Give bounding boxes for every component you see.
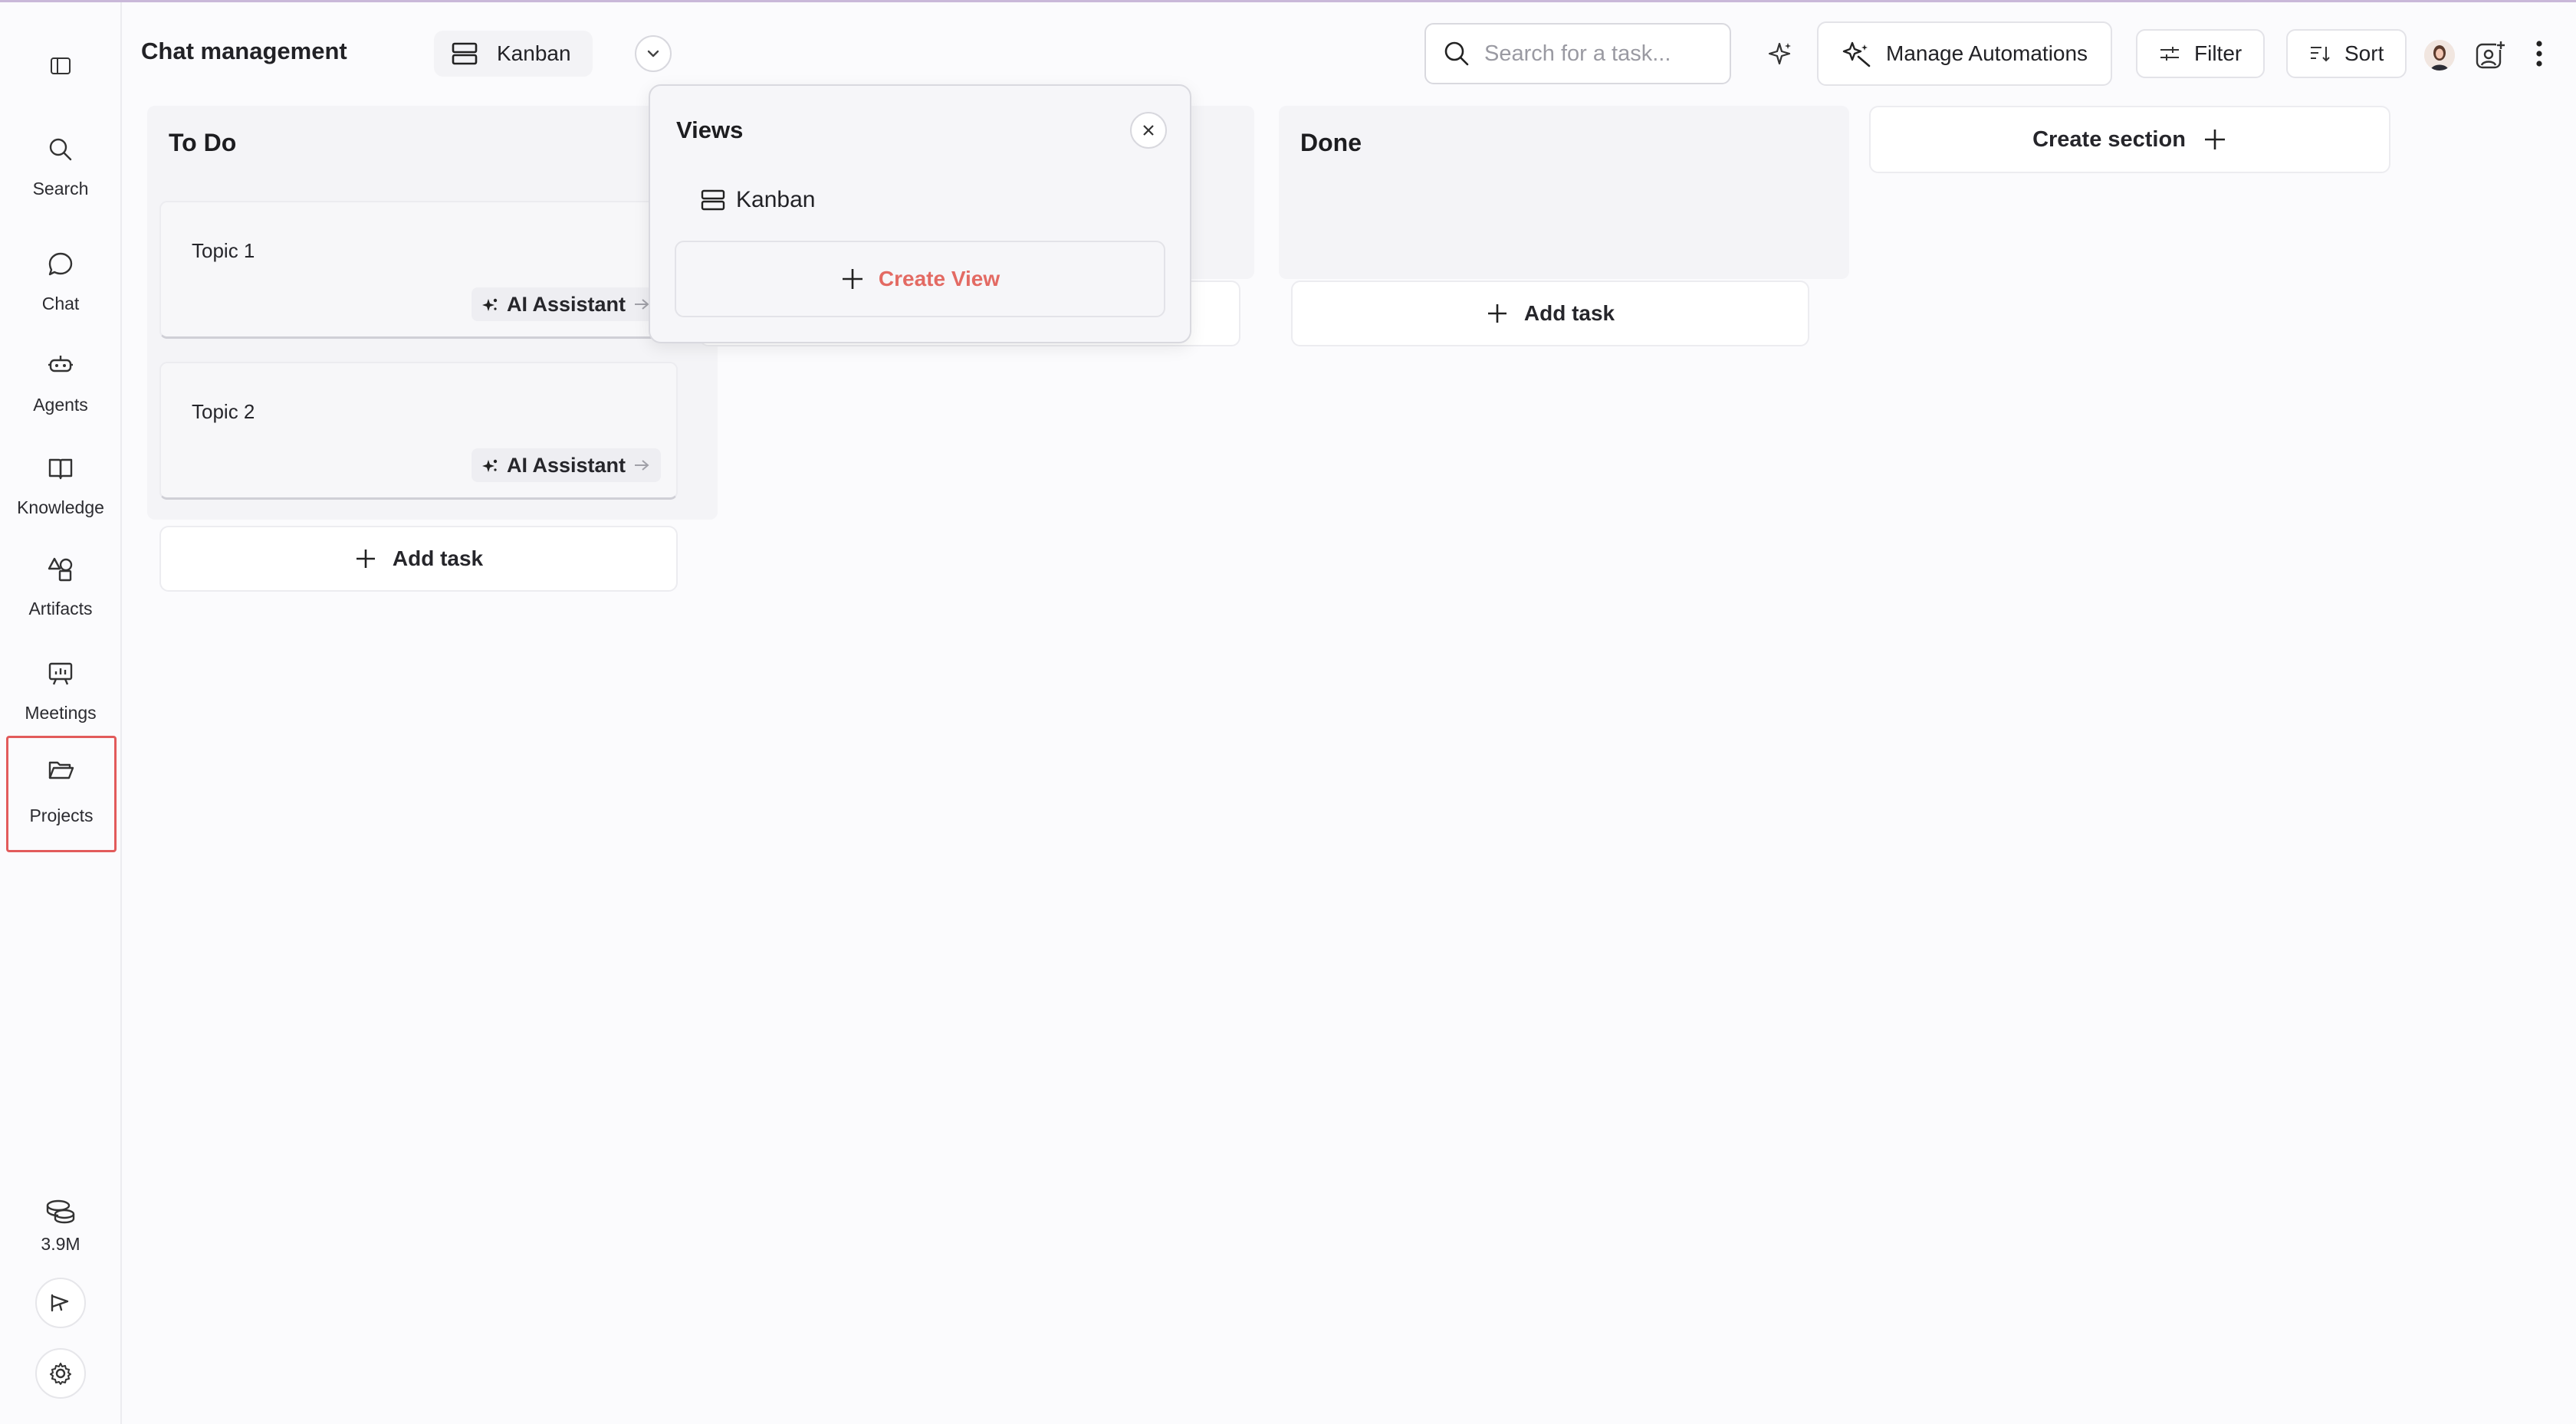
filter-button[interactable]: Filter: [2136, 29, 2266, 78]
shapes-icon: [45, 554, 76, 585]
sidebar-item-search[interactable]: Search: [0, 123, 121, 208]
add-task-button[interactable]: Add task: [159, 526, 678, 592]
filter-label: Filter: [2194, 41, 2242, 65]
kebab-menu-icon: [2536, 41, 2542, 67]
settings-button[interactable]: [35, 1348, 86, 1399]
add-task-button[interactable]: Add task: [1291, 281, 1809, 346]
sidebar-item-agents[interactable]: Agents: [0, 340, 121, 424]
kanban-icon: [452, 42, 478, 65]
sidebar-toggle-button[interactable]: [46, 51, 75, 80]
close-icon: [1143, 125, 1154, 136]
column-todo: To Do Topic 1 AI Assistant Topic 2 AI As…: [147, 106, 718, 592]
arrow-right-icon: [635, 460, 649, 471]
sidebar-item-label: Agents: [33, 395, 88, 415]
credits-amount: 3.9M: [41, 1234, 80, 1254]
create-section-button[interactable]: Create section: [1869, 106, 2390, 173]
megaphone-icon: [51, 1294, 69, 1312]
sidebar-item-meetings[interactable]: Meetings: [0, 648, 121, 732]
magic-wand-icon: [1842, 41, 1871, 67]
credits-balance[interactable]: 3.9M: [0, 1198, 121, 1255]
create-view-button[interactable]: Create View: [675, 241, 1165, 317]
plus-icon: [2204, 130, 2225, 149]
sidebar-item-label: Search: [32, 179, 89, 199]
feedback-button[interactable]: [35, 1278, 86, 1328]
task-name: Topic 1: [192, 239, 255, 262]
sparkle-icon: [1768, 42, 1791, 65]
create-section-label: Create section: [2032, 126, 2186, 152]
task-name: Topic 2: [192, 400, 255, 423]
plus-icon: [356, 550, 375, 568]
task-card[interactable]: Topic 1 AI Assistant: [159, 201, 678, 339]
sparkle-icon: [481, 459, 498, 472]
arrow-right-icon: [635, 299, 649, 310]
invite-user-button[interactable]: [2473, 38, 2507, 72]
sort-label: Sort: [2344, 41, 2384, 65]
book-icon: [45, 453, 76, 484]
view-switcher[interactable]: Kanban: [434, 31, 593, 77]
sidebar-item-chat[interactable]: Chat: [0, 238, 121, 323]
kanban-icon: [701, 189, 725, 211]
sparkle-icon: [481, 298, 498, 311]
add-user-icon: [2476, 41, 2505, 69]
ai-sparkle-button[interactable]: [1763, 37, 1797, 71]
user-avatar-icon: [2424, 40, 2455, 71]
column-done: Done Add task: [1279, 106, 1849, 346]
sidebar-item-label: Artifacts: [28, 599, 93, 618]
sidebar-item-knowledge[interactable]: Knowledge: [0, 442, 121, 527]
top-accent-line: [0, 0, 2576, 2]
agent-icon: [45, 350, 76, 381]
sort-icon: [2311, 47, 2330, 62]
view-option-kanban[interactable]: Kanban: [701, 187, 815, 213]
sidebar-item-label: Knowledge: [17, 497, 104, 517]
view-dropdown-button[interactable]: [635, 35, 672, 72]
gear-icon: [50, 1363, 71, 1385]
ai-assistant-button[interactable]: AI Assistant: [471, 287, 661, 321]
close-popover-button[interactable]: [1130, 112, 1167, 149]
sidebar-item-artifacts[interactable]: Artifacts: [0, 543, 121, 628]
chat-bubble-icon: [45, 249, 76, 280]
search-icon: [45, 134, 76, 165]
views-popover: Views Kanban Create View: [649, 84, 1191, 343]
task-search-box[interactable]: [1424, 23, 1731, 84]
sidebar-item-projects[interactable]: Projects: [6, 736, 117, 852]
coins-icon: [44, 1198, 77, 1228]
plus-icon: [1487, 304, 1506, 323]
views-popover-title: Views: [676, 116, 744, 143]
search-icon: [1444, 41, 1469, 66]
folder-open-icon: [46, 755, 77, 786]
view-option-label: Kanban: [736, 187, 816, 212]
current-view-label: Kanban: [497, 41, 571, 65]
task-search-input[interactable]: [1484, 41, 1714, 67]
create-view-label: Create View: [878, 267, 1001, 290]
manage-automations-label: Manage Automations: [1886, 41, 2088, 65]
presentation-icon: [45, 658, 76, 689]
column-title: Done: [1300, 129, 1362, 156]
sidebar: Search Chat Agents Knowledge Artifacts M…: [0, 2, 122, 1424]
sidebar-item-label: Meetings: [25, 703, 97, 723]
column-title: To Do: [169, 129, 237, 156]
sidebar-panel-icon: [51, 57, 71, 74]
filter-sliders-icon: [2160, 47, 2179, 61]
ai-assistant-label: AI Assistant: [506, 292, 626, 316]
plus-icon: [842, 269, 863, 289]
sidebar-item-label: Projects: [29, 806, 94, 825]
task-card[interactable]: Topic 2 AI Assistant: [159, 362, 678, 500]
sort-button[interactable]: Sort: [2286, 29, 2407, 78]
manage-automations-button[interactable]: Manage Automations: [1817, 21, 2113, 86]
ai-assistant-button[interactable]: AI Assistant: [471, 448, 661, 482]
chevron-down-icon: [647, 50, 659, 57]
add-task-label: Add task: [392, 546, 484, 570]
add-task-label: Add task: [1523, 301, 1615, 325]
page-title: Chat management: [141, 38, 347, 64]
avatar[interactable]: [2424, 40, 2455, 71]
sidebar-item-label: Chat: [41, 294, 80, 313]
ai-assistant-label: AI Assistant: [506, 453, 626, 477]
more-options-button[interactable]: [2527, 37, 2551, 71]
